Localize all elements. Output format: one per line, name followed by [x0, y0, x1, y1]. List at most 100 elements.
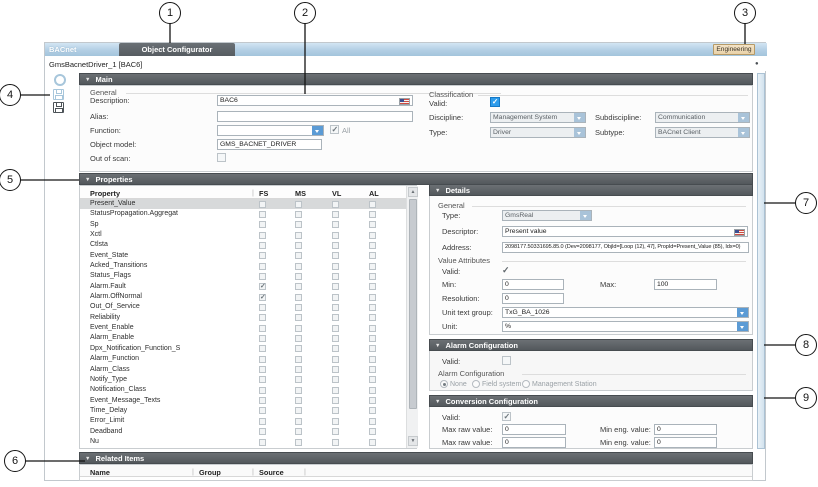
pin-icon[interactable]: ● [755, 61, 759, 67]
status-ring-icon[interactable] [54, 74, 66, 86]
ms-checkbox[interactable] [295, 335, 302, 342]
vl-checkbox[interactable] [332, 356, 339, 363]
fs-checkbox[interactable] [259, 211, 266, 218]
property-row[interactable]: Ctlsta [80, 240, 406, 250]
type-dropdown[interactable]: Driver [490, 127, 586, 138]
scroll-up-icon[interactable]: ▲ [408, 187, 418, 197]
ms-checkbox[interactable] [295, 232, 302, 239]
fs-checkbox[interactable] [259, 242, 266, 249]
alarm-valid-checkbox[interactable] [502, 356, 511, 365]
property-row[interactable]: Alarm_Class [80, 365, 406, 375]
fs-checkbox[interactable] [259, 387, 266, 394]
section-header-main[interactable]: ▼Main [79, 73, 753, 85]
vl-checkbox[interactable] [332, 407, 339, 414]
radio-field-system[interactable] [472, 380, 480, 388]
save-icon[interactable] [53, 89, 64, 100]
property-row[interactable]: Time_Delay [80, 406, 406, 416]
discipline-dropdown[interactable]: Management System [490, 112, 586, 123]
ms-checkbox[interactable] [295, 428, 302, 435]
fs-checkbox[interactable] [259, 252, 266, 259]
ms-checkbox[interactable] [295, 376, 302, 383]
vl-checkbox[interactable] [332, 263, 339, 270]
property-row[interactable]: Alarm.Fault [80, 282, 406, 292]
al-checkbox[interactable] [369, 211, 376, 218]
language-flag-icon[interactable] [399, 98, 410, 105]
fs-checkbox[interactable] [259, 376, 266, 383]
max-input[interactable]: 100 [654, 279, 717, 290]
fs-checkbox[interactable] [259, 335, 266, 342]
al-checkbox[interactable] [369, 201, 376, 208]
language-flag-icon[interactable] [734, 229, 745, 236]
section-header-related-items[interactable]: ▼Related Items [79, 452, 753, 464]
ms-checkbox[interactable] [295, 418, 302, 425]
vl-checkbox[interactable] [332, 387, 339, 394]
vl-checkbox[interactable] [332, 294, 339, 301]
al-checkbox[interactable] [369, 325, 376, 332]
al-checkbox[interactable] [369, 232, 376, 239]
vl-checkbox[interactable] [332, 232, 339, 239]
ms-checkbox[interactable] [295, 397, 302, 404]
tab-object-configurator[interactable]: Object Configurator [119, 43, 235, 56]
al-checkbox[interactable] [369, 335, 376, 342]
section-header-conversion-configuration[interactable]: ▼Conversion Configuration [429, 395, 753, 407]
property-row[interactable]: Error_Limit [80, 416, 406, 426]
fs-checkbox[interactable] [259, 263, 266, 270]
property-row[interactable]: Status_Flags [80, 271, 406, 281]
property-row[interactable]: Notify_Type [80, 375, 406, 385]
al-checkbox[interactable] [369, 387, 376, 394]
al-checkbox[interactable] [369, 366, 376, 373]
ms-checkbox[interactable] [295, 356, 302, 363]
property-row[interactable]: Deadband [80, 427, 406, 437]
property-row[interactable]: Alarm.OffNormal [80, 292, 406, 302]
property-row[interactable]: Dpx_Notification_Function_S [80, 344, 406, 354]
vl-checkbox[interactable] [332, 366, 339, 373]
scrollbar-thumb[interactable] [409, 199, 417, 409]
vl-checkbox[interactable] [332, 345, 339, 352]
fs-checkbox[interactable] [259, 232, 266, 239]
fs-checkbox[interactable] [259, 283, 266, 290]
out-of-scan-checkbox[interactable] [217, 153, 226, 162]
radio-management-station[interactable] [522, 380, 530, 388]
fs-checkbox[interactable] [259, 356, 266, 363]
fs-checkbox[interactable] [259, 428, 266, 435]
fs-checkbox[interactable] [259, 439, 266, 446]
ms-checkbox[interactable] [295, 314, 302, 321]
properties-scrollbar[interactable]: ▲ ▼ [406, 186, 418, 448]
fs-checkbox[interactable] [259, 345, 266, 352]
vl-checkbox[interactable] [332, 335, 339, 342]
property-row[interactable]: Sp [80, 220, 406, 230]
ms-checkbox[interactable] [295, 221, 302, 228]
fs-checkbox[interactable] [259, 366, 266, 373]
al-checkbox[interactable] [369, 252, 376, 259]
vl-checkbox[interactable] [332, 418, 339, 425]
vl-checkbox[interactable] [332, 211, 339, 218]
al-checkbox[interactable] [369, 304, 376, 311]
property-row[interactable]: Reliability [80, 313, 406, 323]
ms-checkbox[interactable] [295, 201, 302, 208]
fs-checkbox[interactable] [259, 221, 266, 228]
fs-checkbox[interactable] [259, 407, 266, 414]
al-checkbox[interactable] [369, 418, 376, 425]
ms-checkbox[interactable] [295, 304, 302, 311]
vl-checkbox[interactable] [332, 242, 339, 249]
all-checkbox[interactable] [330, 125, 339, 134]
min-eng-value-input[interactable]: 0 [654, 424, 717, 435]
unit-dropdown[interactable]: % [502, 321, 749, 332]
al-checkbox[interactable] [369, 428, 376, 435]
max-raw-value-input[interactable]: 0 [502, 424, 566, 435]
descriptor-input[interactable]: Present value [502, 226, 748, 237]
al-checkbox[interactable] [369, 345, 376, 352]
min-eng-value-input[interactable]: 0 [654, 437, 717, 448]
resolution-input[interactable]: 0 [502, 293, 564, 304]
conversion-valid-checkbox[interactable] [502, 412, 511, 421]
property-row[interactable]: Event_Enable [80, 323, 406, 333]
ms-checkbox[interactable] [295, 273, 302, 280]
subtype-dropdown[interactable]: BACnet Client [655, 127, 750, 138]
ms-checkbox[interactable] [295, 294, 302, 301]
fs-checkbox[interactable] [259, 201, 266, 208]
address-input[interactable]: 2098177.50331695.85.0 (Dev=2098177, ObjI… [502, 242, 749, 253]
object-model-input[interactable]: GMS_BACNET_DRIVER [217, 139, 322, 150]
valid-checkmark-icon[interactable]: ✓ [502, 266, 510, 275]
vl-checkbox[interactable] [332, 221, 339, 228]
vl-checkbox[interactable] [332, 201, 339, 208]
